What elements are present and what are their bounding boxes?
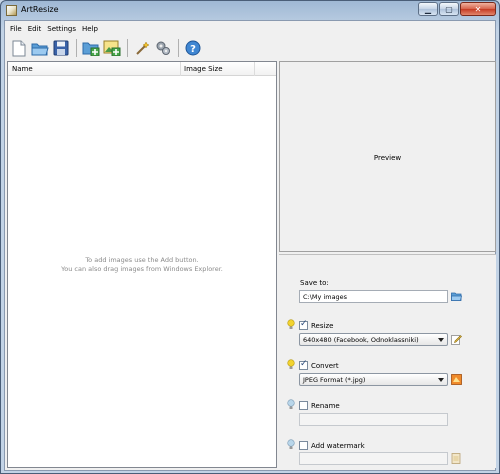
watermark-checkbox[interactable] <box>299 441 308 450</box>
edit-preset-icon[interactable] <box>451 334 462 345</box>
app-window: ArtResize ▁ ▢ ✕ File Edit Settings Help <box>0 0 500 474</box>
wand-button[interactable] <box>132 38 152 58</box>
menu-edit[interactable]: Edit <box>28 25 42 33</box>
convert-checkbox[interactable] <box>299 359 308 370</box>
gears-icon <box>156 41 170 55</box>
close-icon: ✕ <box>474 4 482 14</box>
bulb-on-icon <box>287 319 295 329</box>
add-image-button[interactable] <box>102 38 122 58</box>
resize-preset-select[interactable]: 640x480 (Facebook, Odnoklassniki) <box>299 333 448 346</box>
save-to-field[interactable]: C:\My images <box>299 290 448 303</box>
save-icon <box>53 40 69 56</box>
open-folder-icon <box>31 43 49 55</box>
add-folder-icon <box>82 42 100 56</box>
browse-folder-icon[interactable] <box>451 291 462 302</box>
convert-format-value: JPEG Format (*.jpg) <box>303 376 366 384</box>
add-folder-button[interactable] <box>81 38 101 58</box>
rename-pattern-field[interactable] <box>299 413 448 426</box>
column-header-image-size[interactable]: Image Size <box>184 65 223 73</box>
maximize-icon: ▢ <box>445 4 453 14</box>
window-title: ArtResize <box>21 5 59 14</box>
resize-preset-value: 640x480 (Facebook, Odnoklassniki) <box>303 336 419 344</box>
column-header-name[interactable]: Name <box>12 65 33 73</box>
minimize-icon: ▁ <box>424 4 432 14</box>
hint-line-drag: You can also drag images from Windows Ex… <box>61 265 223 273</box>
image-list[interactable]: Name Image Size To add images use the Ad… <box>7 61 277 468</box>
wand-icon <box>136 41 150 55</box>
toolbar-separator <box>76 39 77 57</box>
svg-text:?: ? <box>190 44 196 55</box>
menu-help[interactable]: Help <box>82 25 98 33</box>
minimize-button[interactable]: ▁ <box>418 2 438 16</box>
resize-label[interactable]: Resize <box>311 322 333 330</box>
column-divider[interactable] <box>254 62 255 76</box>
save-button[interactable] <box>51 38 71 58</box>
artresize-app-icon <box>6 5 17 16</box>
list-header: Name Image Size <box>8 62 276 76</box>
menu-settings[interactable]: Settings <box>47 25 76 33</box>
maximize-button[interactable]: ▢ <box>439 2 459 16</box>
help-icon: ? <box>185 40 201 56</box>
add-image-icon <box>103 40 121 56</box>
chevron-down-icon <box>438 338 444 342</box>
hint-line-add: To add images use the Add button. <box>85 256 199 264</box>
new-icon <box>12 40 26 56</box>
watermark-settings-icon[interactable] <box>451 453 462 464</box>
bulb-off-icon <box>287 399 295 409</box>
toolbar: ? <box>5 36 495 60</box>
chevron-down-icon <box>438 378 444 382</box>
rename-label[interactable]: Rename <box>311 402 340 410</box>
new-button[interactable] <box>9 38 29 58</box>
watermark-field[interactable] <box>299 452 448 465</box>
bulb-off-icon <box>287 439 295 449</box>
save-to-label: Save to: <box>300 279 329 287</box>
client-area: File Edit Settings Help ? Name Image Siz… <box>4 20 496 471</box>
preview-panel: Preview <box>279 61 496 252</box>
options-panel: Save to: C:\My images Resize 640x480 (Fa… <box>279 254 496 468</box>
menu-bar: File Edit Settings Help <box>5 21 495 36</box>
toolbar-separator <box>127 39 128 57</box>
settings-button[interactable] <box>153 38 173 58</box>
close-button[interactable]: ✕ <box>460 2 496 16</box>
convert-format-select[interactable]: JPEG Format (*.jpg) <box>299 373 448 386</box>
convert-label[interactable]: Convert <box>311 362 339 370</box>
rename-checkbox[interactable] <box>299 401 308 410</box>
preview-label: Preview <box>373 154 402 162</box>
bulb-on-icon <box>287 359 295 369</box>
window-controls: ▁ ▢ ✕ <box>418 2 496 16</box>
toolbar-separator <box>178 39 179 57</box>
open-button[interactable] <box>30 38 50 58</box>
help-button[interactable]: ? <box>183 38 203 58</box>
format-settings-icon[interactable] <box>451 374 462 385</box>
title-bar[interactable]: ArtResize ▁ ▢ ✕ <box>1 1 499 21</box>
watermark-label[interactable]: Add watermark <box>311 442 365 450</box>
menu-file[interactable]: File <box>10 25 22 33</box>
column-divider[interactable] <box>180 62 181 76</box>
resize-checkbox[interactable] <box>299 319 308 330</box>
empty-list-hint: To add images use the Add button. You ca… <box>8 256 276 274</box>
